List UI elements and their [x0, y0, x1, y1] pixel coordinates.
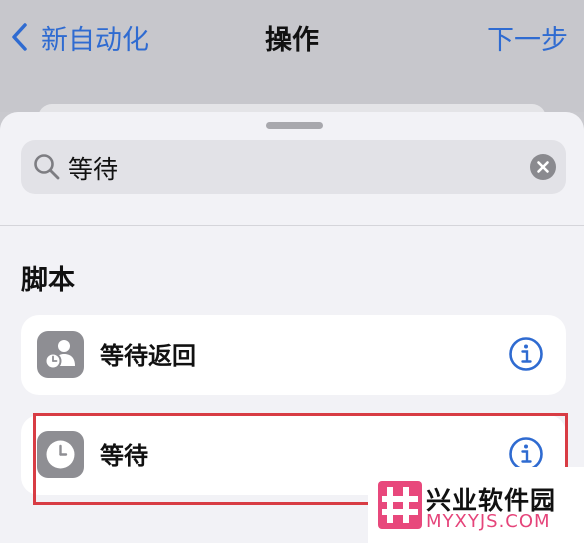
navigation-bar: 新自动化 操作 下一步	[0, 0, 584, 112]
watermark: 兴业软件园 MYXYJS.COM	[368, 467, 584, 543]
search-field[interactable]: 等待	[21, 140, 566, 194]
watermark-domain: MYXYJS.COM	[426, 511, 551, 532]
action-row-wait-to-return[interactable]: 等待返回	[21, 315, 566, 395]
hash-logo-icon	[378, 481, 422, 529]
section-title: 脚本	[21, 265, 75, 296]
action-label: 等待返回	[100, 342, 196, 370]
search-input[interactable]: 等待	[68, 150, 118, 186]
divider	[0, 225, 584, 226]
person-clock-icon	[37, 331, 84, 378]
search-icon	[34, 154, 60, 180]
info-icon[interactable]	[508, 336, 544, 372]
next-button[interactable]: 下一步	[487, 18, 568, 57]
clear-search-icon[interactable]	[530, 154, 556, 180]
sheet-grabber[interactable]	[266, 122, 323, 129]
